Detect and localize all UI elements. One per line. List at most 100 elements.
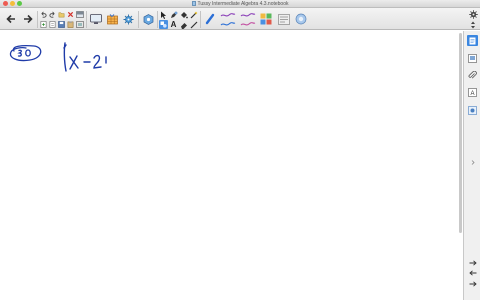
toolbar-separator bbox=[200, 11, 201, 28]
problem-number-ink bbox=[9, 45, 42, 62]
line-icon bbox=[190, 21, 197, 28]
color-palette-button[interactable] bbox=[259, 11, 273, 27]
screen-shade-button[interactable] bbox=[75, 10, 84, 18]
add-page-button[interactable] bbox=[39, 20, 47, 28]
magic-pen-button[interactable] bbox=[189, 10, 198, 19]
gear-icon bbox=[468, 9, 478, 19]
handwriting-layer bbox=[9, 42, 107, 72]
sidebar-collapse-handle[interactable] bbox=[467, 159, 478, 165]
page-sorter-icon bbox=[469, 37, 476, 44]
svg-text:A: A bbox=[470, 91, 474, 97]
cursor-icon bbox=[161, 11, 167, 19]
clipboard-icon bbox=[67, 20, 73, 28]
add-page-icon bbox=[40, 20, 46, 28]
properties-icon bbox=[278, 13, 290, 25]
line-style-1[interactable] bbox=[219, 11, 237, 19]
fill-button[interactable] bbox=[179, 10, 188, 19]
next-page-button[interactable] bbox=[21, 11, 35, 27]
page-view-button[interactable] bbox=[48, 20, 56, 28]
eraser-button[interactable] bbox=[179, 20, 188, 29]
pen-icon bbox=[170, 11, 177, 18]
chevron-right-icon bbox=[471, 159, 475, 165]
addons-tab[interactable] bbox=[467, 105, 478, 116]
redo-button[interactable] bbox=[48, 10, 56, 18]
arrow-left-icon bbox=[468, 270, 476, 276]
capture-button[interactable] bbox=[294, 11, 308, 27]
attachments-tab[interactable] bbox=[467, 70, 478, 81]
magic-pen-icon bbox=[190, 11, 197, 18]
save-button[interactable] bbox=[57, 20, 65, 28]
arrow-right-icon bbox=[469, 260, 477, 266]
line-style-icon bbox=[220, 13, 236, 17]
redo-icon bbox=[49, 11, 55, 18]
gallery-tab[interactable] bbox=[467, 53, 478, 64]
line-button[interactable] bbox=[189, 20, 198, 29]
fullscreen-icon bbox=[75, 20, 84, 28]
full-screen-button[interactable] bbox=[75, 20, 84, 28]
move-sidebar-right-button[interactable] bbox=[467, 259, 478, 267]
gear-icon bbox=[123, 14, 133, 24]
display-screen-button[interactable] bbox=[89, 11, 103, 27]
window-title: Tussy Intermediate Algebra 4.3.notebook bbox=[0, 0, 480, 8]
select-button[interactable] bbox=[159, 10, 168, 19]
right-sidebar: A bbox=[463, 31, 480, 300]
text-button[interactable]: A bbox=[169, 20, 178, 29]
whiteboard-canvas[interactable] bbox=[0, 31, 458, 300]
undo-button[interactable] bbox=[39, 10, 47, 18]
pen-button[interactable] bbox=[169, 10, 178, 19]
main-toolbar: A bbox=[0, 8, 480, 30]
save-icon bbox=[57, 20, 65, 28]
line-style-3[interactable] bbox=[239, 11, 257, 19]
toolbar-separator bbox=[86, 11, 87, 28]
text-icon: A bbox=[170, 19, 177, 29]
screen-shade-icon bbox=[75, 10, 84, 18]
title-bar: Tussy Intermediate Algebra 4.3.notebook bbox=[0, 0, 480, 8]
open-file-button[interactable] bbox=[57, 10, 65, 18]
toolbar-separator bbox=[138, 11, 139, 28]
shapes-button[interactable] bbox=[159, 20, 168, 29]
line-style-2[interactable] bbox=[219, 20, 237, 28]
toolbar-separator bbox=[157, 11, 158, 28]
properties-button[interactable] bbox=[277, 11, 291, 27]
color-palette-icon bbox=[260, 13, 272, 25]
pen-style-icon bbox=[205, 13, 215, 25]
line-style-icon bbox=[240, 13, 256, 17]
add-ons-button[interactable] bbox=[121, 11, 135, 27]
pen-style-button[interactable] bbox=[203, 11, 217, 27]
properties-tab[interactable]: A bbox=[467, 87, 478, 98]
addons-icon bbox=[468, 106, 477, 115]
toolbar-move-button[interactable] bbox=[468, 20, 478, 29]
camera-icon bbox=[295, 13, 307, 25]
expand-sidebar-button[interactable] bbox=[467, 280, 478, 288]
settings-button[interactable] bbox=[468, 9, 478, 19]
shapes-icon bbox=[160, 21, 167, 28]
folder-icon bbox=[58, 11, 64, 17]
up-down-arrows-icon bbox=[471, 21, 475, 28]
eraser-icon bbox=[180, 22, 187, 29]
fill-icon bbox=[180, 11, 188, 18]
table-icon bbox=[106, 13, 118, 24]
paperclip-icon bbox=[468, 71, 477, 79]
gallery-icon bbox=[468, 54, 477, 63]
scrollbar-thumb[interactable] bbox=[459, 33, 462, 233]
line-style-4[interactable] bbox=[239, 20, 257, 28]
toolbar-separator bbox=[37, 11, 38, 28]
arrow-right-icon bbox=[24, 14, 33, 24]
move-sidebar-left-button[interactable] bbox=[467, 269, 478, 277]
page-sorter-tab[interactable] bbox=[467, 35, 478, 46]
smart-notebook-window: Tussy Intermediate Algebra 4.3.notebook bbox=[0, 0, 480, 300]
properties-icon: A bbox=[468, 88, 477, 97]
previous-page-button[interactable] bbox=[4, 11, 18, 27]
table-button[interactable] bbox=[105, 11, 119, 27]
paste-button[interactable] bbox=[66, 20, 74, 28]
delete-button[interactable] bbox=[66, 10, 74, 18]
close-icon bbox=[67, 11, 73, 17]
line-style-icon bbox=[240, 22, 256, 26]
document-icon bbox=[191, 1, 196, 6]
line-style-icon bbox=[220, 22, 236, 26]
expand-arrow-icon bbox=[469, 281, 477, 287]
monitor-icon bbox=[90, 13, 102, 24]
lesson-icon bbox=[143, 13, 153, 25]
page-icon bbox=[49, 20, 55, 28]
lesson-activity-button[interactable] bbox=[141, 11, 155, 27]
